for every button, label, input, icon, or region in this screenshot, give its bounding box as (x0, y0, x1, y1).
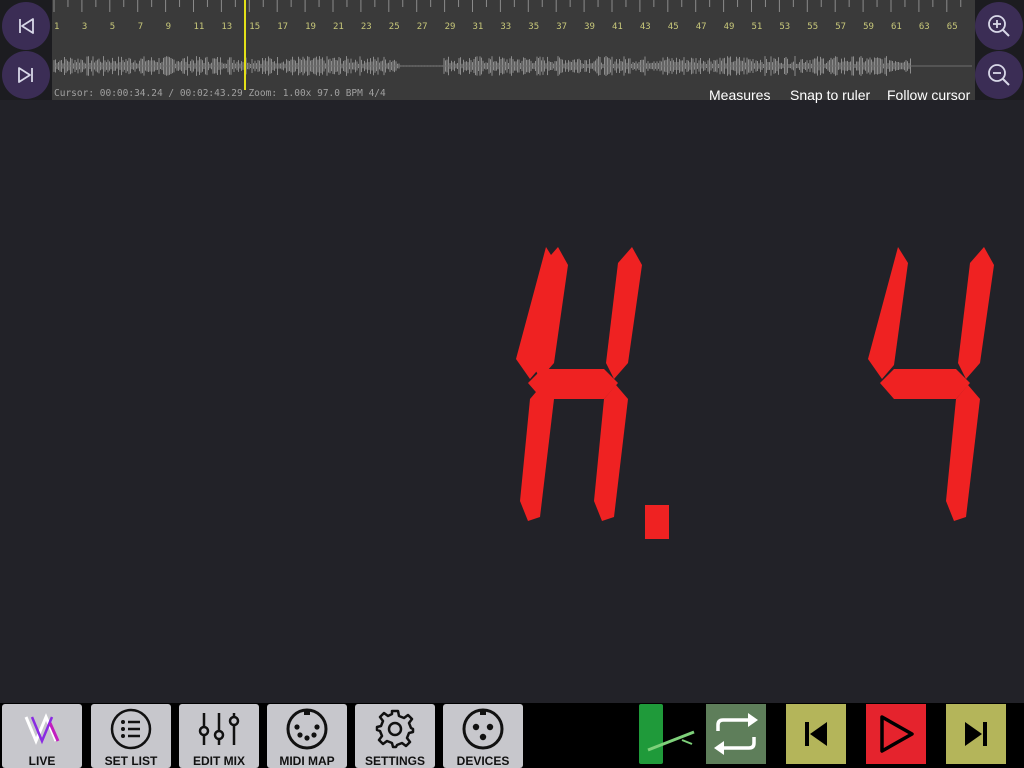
next-button[interactable] (946, 704, 1006, 764)
tab-settings[interactable]: SETTINGS (355, 704, 435, 768)
measure-beat-display (516, 247, 994, 539)
gear-icon (375, 709, 415, 748)
bar-number: 29 (444, 22, 456, 32)
beat-digits (868, 247, 994, 521)
audio-level-meter[interactable] (638, 704, 700, 764)
tab-settings-label: SETTINGS (364, 754, 425, 768)
skip-back-button[interactable] (2, 2, 50, 50)
bar-number: 53 (779, 22, 791, 32)
timeline-header: 1 3 5 7 9 11 13 15 17 19 21 23 25 27 29 31 33 35 37 39 41 43 4… (0, 0, 1024, 103)
bar-number: 1 (54, 22, 60, 32)
bar-number: 33 (500, 22, 512, 32)
playhead-cursor[interactable] (244, 0, 246, 90)
tab-set-list[interactable]: SET LIST (91, 704, 171, 768)
digit-segment-c (594, 385, 628, 521)
measure-digits (516, 247, 642, 521)
bar-number: 15 (249, 22, 261, 32)
bar-number: 63 (918, 22, 930, 32)
waveform[interactable] (52, 46, 975, 86)
bar-number: 27 (416, 22, 428, 32)
bar-number: 7 (137, 22, 144, 32)
tab-set-list-label: SET LIST (104, 754, 158, 768)
decimal-point (645, 505, 669, 539)
zoom-out-icon (988, 64, 1010, 86)
bar-number: 45 (667, 22, 679, 32)
sliders-icon (198, 712, 240, 745)
bar-number: 49 (723, 22, 735, 32)
bar-number: 51 (751, 22, 763, 32)
skip-forward-icon (18, 67, 33, 83)
live-logo-icon (24, 712, 60, 745)
bar-number: 41 (612, 22, 623, 32)
bar-number: 39 (584, 22, 595, 32)
bar-number: 23 (360, 22, 372, 32)
bar-number: 65 (946, 22, 958, 32)
bar-number: 31 (472, 22, 484, 32)
level-meter-icon (639, 704, 695, 764)
digit-segment-c (520, 385, 554, 521)
timeline-ruler[interactable]: 1 3 5 7 9 11 13 15 17 19 21 23 25 27 29 31 33 35 37 39 41 43 4… (52, 0, 975, 100)
bar-number: 13 (221, 22, 233, 32)
bar-number: 19 (305, 22, 316, 32)
bar-number: 47 (695, 22, 707, 32)
bottom-toolbar: LIVE SET LIST EDIT MIX MIDI MAP SETTINGS… (0, 703, 1024, 768)
play-icon (880, 715, 914, 753)
previous-button[interactable] (786, 704, 846, 764)
tab-live[interactable]: LIVE (2, 704, 82, 768)
bar-number: 11 (193, 22, 205, 32)
skip-forward-button[interactable] (2, 51, 50, 99)
bar-number: 17 (277, 22, 289, 32)
previous-icon (805, 722, 827, 746)
list-icon (110, 708, 152, 749)
bar-number: 3 (81, 22, 88, 32)
tab-live-label: LIVE (28, 754, 56, 768)
loop-button[interactable] (706, 704, 766, 764)
midi-connector-icon (286, 708, 328, 749)
digit-segment-f (868, 247, 908, 379)
digit-segment-g (880, 369, 970, 399)
digit-segment-c (946, 385, 980, 521)
tab-devices-label: DEVICES (456, 754, 510, 768)
zoom-in-icon (988, 15, 1010, 37)
cursor-info: Cursor: 00:00:34.24 / 00:02:43.29 Zoom: … (54, 88, 386, 99)
tab-edit-mix-label: EDIT MIX (192, 754, 245, 768)
zoom-in-button[interactable] (975, 2, 1023, 50)
bar-number: 57 (835, 22, 847, 32)
bar-number: 25 (388, 22, 400, 32)
bar-number: 21 (333, 22, 344, 32)
bar-number: 61 (891, 22, 902, 32)
bar-number: 43 (639, 22, 651, 32)
bar-number: 59 (863, 22, 874, 32)
bar-number: 35 (528, 22, 540, 32)
digit-segment-g (528, 369, 618, 399)
tab-midi-map-label: MIDI MAP (279, 754, 335, 768)
bar-number: 9 (165, 22, 172, 32)
loop-icon (714, 713, 758, 755)
tab-devices[interactable]: DEVICES (443, 704, 523, 768)
play-button[interactable] (866, 704, 926, 764)
zoom-out-button[interactable] (975, 51, 1023, 99)
skip-back-icon (19, 18, 34, 34)
digit-segment-b (958, 247, 994, 379)
bar-number: 37 (556, 22, 568, 32)
tab-edit-mix[interactable]: EDIT MIX (179, 704, 259, 768)
xlr-connector-icon (462, 708, 504, 749)
tab-midi-map[interactable]: MIDI MAP (267, 704, 347, 768)
bar-number: 55 (807, 22, 819, 32)
next-icon (965, 722, 987, 746)
bar-number: 5 (109, 22, 116, 32)
digit-segment-b (606, 247, 642, 379)
